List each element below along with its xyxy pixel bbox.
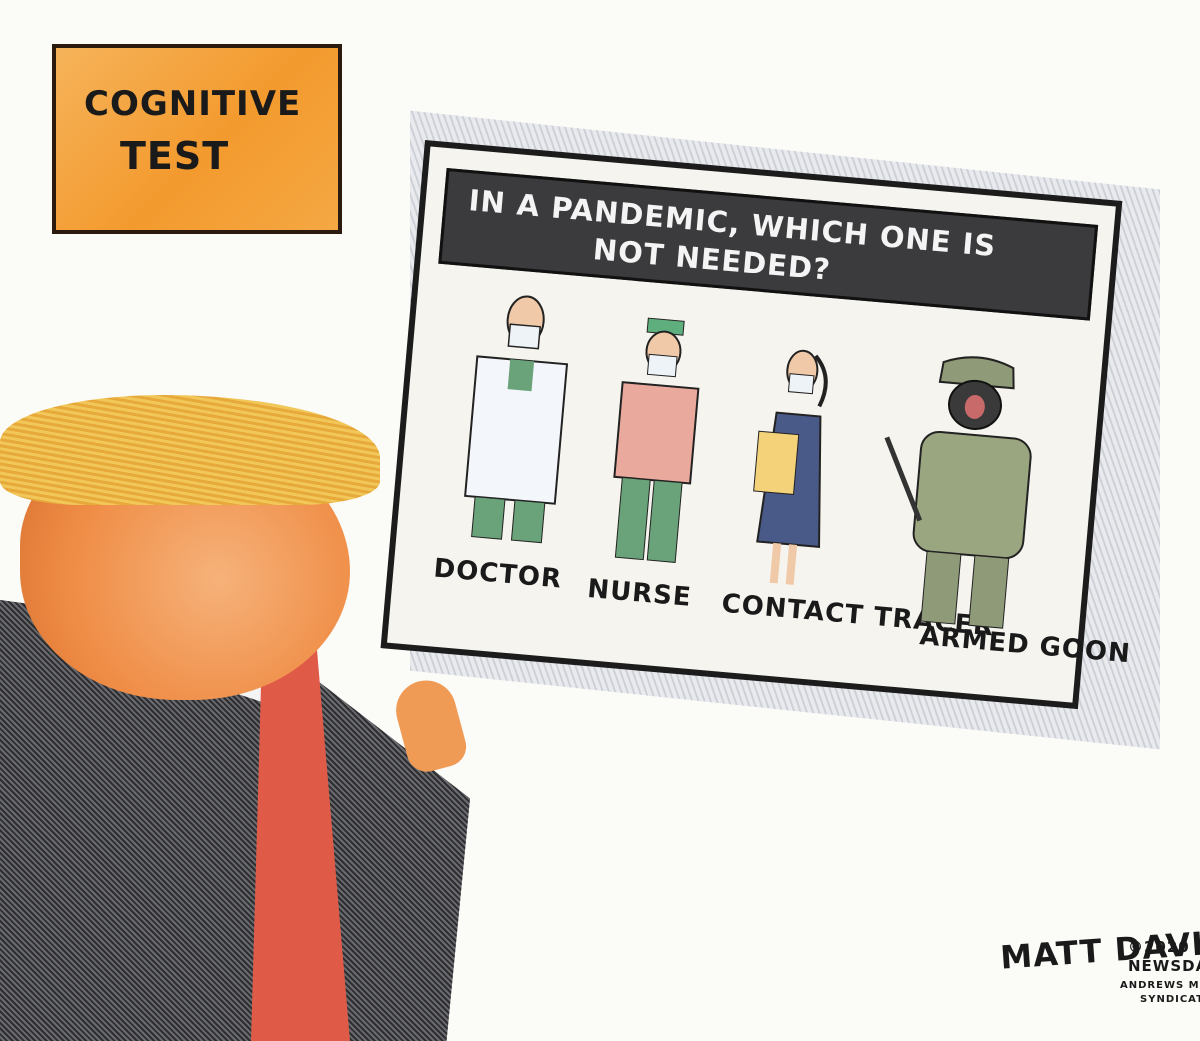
syndicate-line-2: SYNDICATION <box>1140 994 1200 1005</box>
contact-tracer-figure: CONTACT TRACER <box>720 340 995 642</box>
option-label-nurse: NURSE <box>586 573 693 613</box>
nurse-figure: NURSE <box>584 312 726 613</box>
quiz-board: IN A PANDEMIC, WHICH ONE IS NOT NEEDED? … <box>380 140 1132 710</box>
armed-goon-illustration <box>884 356 1032 629</box>
nurse-illustration <box>613 317 700 563</box>
cartoon-canvas: COGNITIVE TEST IN A PANDEMIC, WHICH ONE … <box>0 0 1200 1041</box>
syndicate-line-1: ANDREWS McMEEL <box>1120 980 1200 991</box>
blond-hair <box>0 395 380 505</box>
doctor-illustration <box>464 295 569 544</box>
doctor-figure: DOCTOR <box>432 284 588 595</box>
armed-goon-figure: ARMED GOON <box>860 347 1132 669</box>
option-label-doctor: DOCTOR <box>432 553 564 595</box>
sign-line-1: COGNITIVE <box>84 84 302 124</box>
sign-line-2: TEST <box>120 134 230 178</box>
copyright-year: ©2020 <box>1128 938 1190 956</box>
contact-tracer-illustration <box>753 349 828 585</box>
cognitive-test-sign: COGNITIVE TEST <box>52 44 342 234</box>
publisher-name: NEWSDAY <box>1128 957 1200 975</box>
